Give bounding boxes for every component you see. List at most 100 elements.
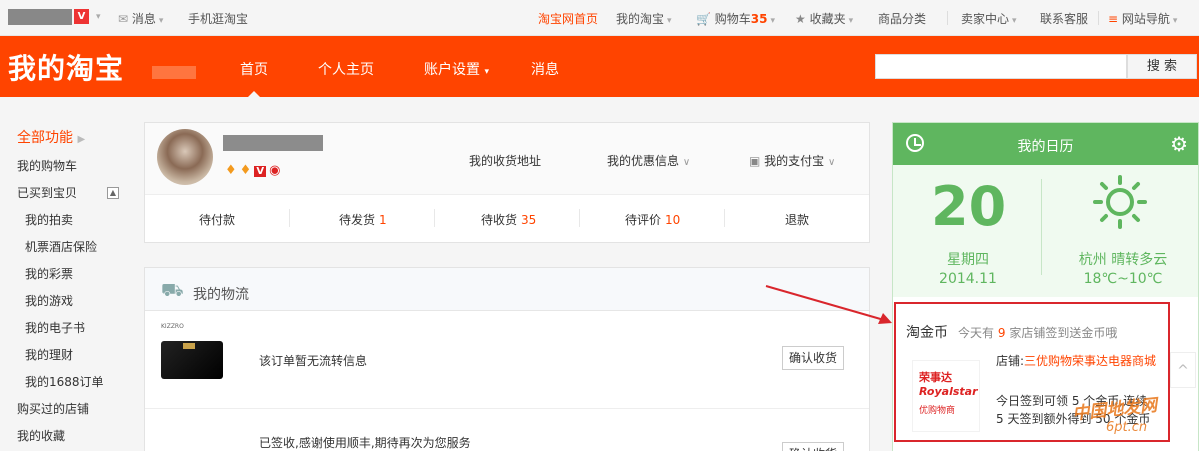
search-button[interactable]: 搜 索 xyxy=(1127,54,1197,79)
topbar-site-nav-link[interactable]: ≡ 网站导航 ▾ xyxy=(1108,10,1177,27)
alipay-link[interactable]: ▣ 我的支付宝 ∨ xyxy=(749,152,835,169)
weibo-icon[interactable]: ◉ xyxy=(269,163,280,178)
calendar-header: 我的日历 ⚙ xyxy=(893,123,1198,165)
search-input[interactable] xyxy=(875,54,1127,79)
chevron-down-icon: ▾ xyxy=(848,16,854,26)
diamond-icon: ♦ xyxy=(239,163,252,178)
sidebar-item-shops[interactable]: 购买过的店铺 xyxy=(17,400,89,417)
profile-header: ♦ ♦ V ◉ 我的收货地址 我的优惠信息 ∨ ▣ 我的支付宝 ∨ xyxy=(145,123,869,195)
order-count: 1 xyxy=(379,213,387,227)
chevron-down-icon: ▾ xyxy=(667,16,672,26)
all-functions-label: 全部功能 xyxy=(17,130,73,146)
calendar-weekday: 星期四 xyxy=(947,252,989,268)
shop-logo[interactable]: 荣事达 Royalstar 优购物商 xyxy=(912,360,980,432)
sidebar-item-purchased[interactable]: 已买到宝贝 xyxy=(17,184,77,201)
chevron-down-icon: ▾ xyxy=(1012,16,1017,26)
main-header: 我的淘宝 首页 个人主页 账户设置 ▾ 消息 搜 索 xyxy=(0,36,1199,97)
sidebar-item-ebooks[interactable]: 我的电子书 xyxy=(25,319,85,336)
divider xyxy=(434,209,435,227)
logo-text-sub: 优购物商 xyxy=(919,406,956,416)
coupons-link[interactable]: 我的优惠信息 ∨ xyxy=(607,152,690,169)
seller-center-label: 卖家中心 xyxy=(961,12,1010,26)
topbar-cart-link[interactable]: 🛒 购物车35 ▾ xyxy=(696,10,775,27)
order-pending-review[interactable]: 待评价 10 xyxy=(625,211,680,228)
mail-icon: ✉ xyxy=(118,12,129,26)
sidebar-all-functions[interactable]: 全部功能 ▶ xyxy=(17,127,85,147)
order-label: 待评价 xyxy=(625,213,662,227)
vip-badge-icon: V xyxy=(74,9,89,24)
sidebar-item-games[interactable]: 我的游戏 xyxy=(25,292,73,309)
address-link[interactable]: 我的收货地址 xyxy=(469,152,541,169)
topbar-home-link[interactable]: 淘宝网首页 xyxy=(538,10,598,27)
topbar-seller-center-link[interactable]: 卖家中心 ▾ xyxy=(961,10,1017,27)
sidebar-item-auction[interactable]: 我的拍卖 xyxy=(25,211,73,228)
shop-name-block: 店铺:三优购物荣事达电器商城 xyxy=(996,352,1166,370)
calendar-year-month: 2014.11 xyxy=(939,271,997,287)
sidebar-item-1688[interactable]: 我的1688订单 xyxy=(25,373,104,390)
vip-icon[interactable]: V xyxy=(254,166,267,177)
calendar-day: 20 xyxy=(931,175,1007,238)
gold-coin-title: 淘金币 xyxy=(906,325,948,341)
topbar-categories-link[interactable]: 商品分类 xyxy=(878,10,926,27)
sidebar-item-finance[interactable]: 我的理财 xyxy=(25,346,73,363)
star-icon: ★ xyxy=(795,12,806,26)
calendar-title: 我的日历 xyxy=(1017,139,1074,155)
chevron-down-icon: ▾ xyxy=(158,16,164,26)
topbar-customer-service-link[interactable]: 联系客服 xyxy=(1040,10,1088,27)
gear-icon[interactable]: ⚙ xyxy=(1170,132,1188,156)
nav-home[interactable]: 首页 xyxy=(240,59,268,79)
collapse-icon[interactable]: ▲ xyxy=(107,187,119,199)
order-pending-receipt[interactable]: 待收货 35 xyxy=(481,211,536,228)
logistics-row: 已签收,感谢使用顺丰,期待再次为您服务 确认收货 xyxy=(145,409,869,451)
sidebar-item-lottery[interactable]: 我的彩票 xyxy=(25,265,73,282)
topbar-favorites-link[interactable]: ★ 收藏夹 ▾ xyxy=(795,10,853,27)
order-pending-shipment[interactable]: 待发货 1 xyxy=(339,211,387,228)
nav-messages[interactable]: 消息 xyxy=(531,59,559,79)
top-bar: V ▾ ✉ 消息 ▾ 手机逛淘宝 淘宝网首页 我的淘宝 ▾ 🛒 购物车35 ▾ ★ 收… xyxy=(0,0,1199,36)
cart-count: 35 xyxy=(750,12,768,26)
shop-name-link[interactable]: 三优购物荣事达电器商城 xyxy=(1024,354,1156,368)
logo-text-cn: 荣事达 xyxy=(919,371,952,384)
product-thumbnail[interactable] xyxy=(161,341,223,379)
logistics-title: 我的物流 xyxy=(193,287,249,303)
chevron-down-icon[interactable]: ▾ xyxy=(96,12,101,22)
avatar[interactable] xyxy=(157,129,213,185)
subtitle-post: 家店铺签到送金币哦 xyxy=(1009,326,1118,340)
order-refund[interactable]: 退款 xyxy=(785,211,813,228)
username-redacted[interactable] xyxy=(8,9,72,25)
diamond-icon: ♦ xyxy=(225,163,237,178)
favorites-label: 收藏夹 xyxy=(809,12,846,26)
subtitle-pre: 今天有 xyxy=(958,326,995,340)
gold-coin-subtitle: 今天有 9 家店铺签到送金币哦 xyxy=(958,324,1117,341)
menu-icon: ≡ xyxy=(1108,12,1119,26)
username-redacted xyxy=(223,135,323,151)
order-label: 待付款 xyxy=(199,213,236,227)
confirm-receipt-button[interactable]: 确认收货 xyxy=(782,346,844,370)
topbar-my-taobao-link[interactable]: 我的淘宝 ▾ xyxy=(616,10,672,27)
sidebar-item-favorites[interactable]: 我的收藏 xyxy=(17,427,65,444)
cart-label: 购物车 xyxy=(714,12,751,26)
topbar-mobile-link[interactable]: 手机逛淘宝 xyxy=(188,10,248,27)
topbar-message-link[interactable]: ✉ 消息 ▾ xyxy=(118,10,163,27)
site-nav-label: 网站导航 xyxy=(1121,12,1170,26)
chevron-down-icon: ▾ xyxy=(1172,16,1178,26)
logo-text-en: Royalstar xyxy=(919,385,978,398)
weather-text: 杭州 晴转多云 xyxy=(1078,252,1168,268)
my-taobao-logo[interactable]: 我的淘宝 xyxy=(8,47,124,87)
sidebar-item-travel[interactable]: 机票酒店保险 xyxy=(25,238,97,255)
order-label: 退款 xyxy=(785,213,810,227)
chevron-down-icon: ∨ xyxy=(828,157,836,168)
truck-icon: ⛟ xyxy=(161,280,184,301)
sidebar-item-cart[interactable]: 我的购物车 xyxy=(17,157,77,174)
nav-profile[interactable]: 个人主页 xyxy=(318,59,374,79)
annotation-arrow xyxy=(765,285,892,324)
chevron-down-icon: ▾ xyxy=(770,16,776,26)
temperature-text: 18℃~10℃ xyxy=(1083,271,1163,287)
chevron-up-icon[interactable]: ^ xyxy=(1170,352,1196,388)
chevron-right-icon: ▶ xyxy=(77,134,86,145)
alipay-label: 我的支付宝 xyxy=(764,154,825,168)
confirm-receipt-button[interactable]: 确认收货 xyxy=(782,442,844,451)
coupons-label: 我的优惠信息 xyxy=(607,154,680,168)
nav-account-settings[interactable]: 账户设置 ▾ xyxy=(424,59,489,79)
order-pending-payment[interactable]: 待付款 xyxy=(199,211,239,228)
